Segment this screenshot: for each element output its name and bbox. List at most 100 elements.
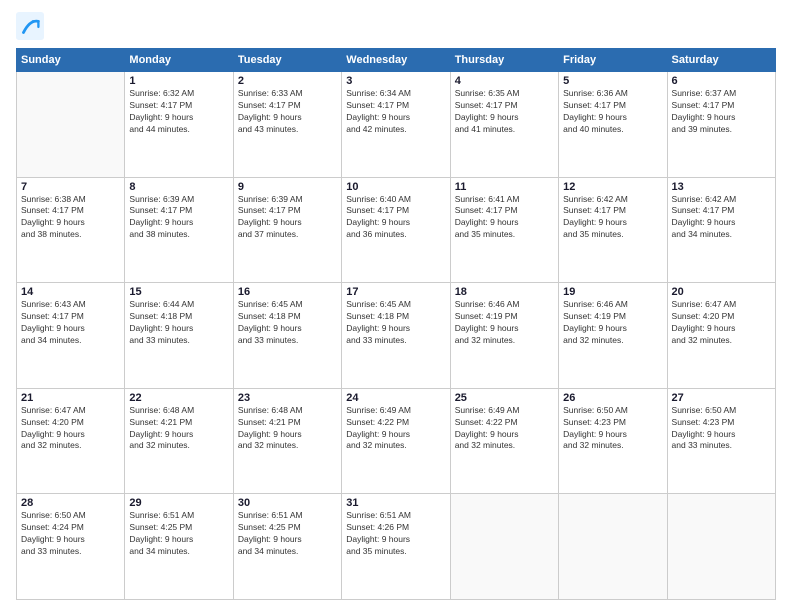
calendar-cell: 16Sunrise: 6:45 AM Sunset: 4:18 PM Dayli… xyxy=(233,283,341,389)
day-info: Sunrise: 6:37 AM Sunset: 4:17 PM Dayligh… xyxy=(672,88,771,136)
day-info: Sunrise: 6:45 AM Sunset: 4:18 PM Dayligh… xyxy=(238,299,337,347)
day-info: Sunrise: 6:51 AM Sunset: 4:25 PM Dayligh… xyxy=(129,510,228,558)
calendar-cell: 11Sunrise: 6:41 AM Sunset: 4:17 PM Dayli… xyxy=(450,177,558,283)
day-info: Sunrise: 6:43 AM Sunset: 4:17 PM Dayligh… xyxy=(21,299,120,347)
day-number: 29 xyxy=(129,497,228,509)
day-info: Sunrise: 6:48 AM Sunset: 4:21 PM Dayligh… xyxy=(238,405,337,453)
day-info: Sunrise: 6:46 AM Sunset: 4:19 PM Dayligh… xyxy=(563,299,662,347)
calendar-cell xyxy=(450,494,558,600)
day-number: 8 xyxy=(129,181,228,193)
calendar-cell: 15Sunrise: 6:44 AM Sunset: 4:18 PM Dayli… xyxy=(125,283,233,389)
logo xyxy=(16,12,48,40)
day-number: 25 xyxy=(455,392,554,404)
day-info: Sunrise: 6:34 AM Sunset: 4:17 PM Dayligh… xyxy=(346,88,445,136)
calendar-week-row: 21Sunrise: 6:47 AM Sunset: 4:20 PM Dayli… xyxy=(17,388,776,494)
day-info: Sunrise: 6:35 AM Sunset: 4:17 PM Dayligh… xyxy=(455,88,554,136)
day-number: 17 xyxy=(346,286,445,298)
logo-icon xyxy=(16,12,44,40)
day-number: 24 xyxy=(346,392,445,404)
calendar-cell: 30Sunrise: 6:51 AM Sunset: 4:25 PM Dayli… xyxy=(233,494,341,600)
header xyxy=(16,12,776,40)
day-number: 19 xyxy=(563,286,662,298)
day-info: Sunrise: 6:50 AM Sunset: 4:23 PM Dayligh… xyxy=(672,405,771,453)
calendar-cell xyxy=(559,494,667,600)
day-number: 14 xyxy=(21,286,120,298)
day-info: Sunrise: 6:49 AM Sunset: 4:22 PM Dayligh… xyxy=(346,405,445,453)
calendar-dow-tuesday: Tuesday xyxy=(233,49,341,72)
calendar-cell: 10Sunrise: 6:40 AM Sunset: 4:17 PM Dayli… xyxy=(342,177,450,283)
calendar-dow-friday: Friday xyxy=(559,49,667,72)
day-number: 4 xyxy=(455,75,554,87)
day-number: 26 xyxy=(563,392,662,404)
day-number: 27 xyxy=(672,392,771,404)
calendar-cell: 8Sunrise: 6:39 AM Sunset: 4:17 PM Daylig… xyxy=(125,177,233,283)
calendar-cell: 14Sunrise: 6:43 AM Sunset: 4:17 PM Dayli… xyxy=(17,283,125,389)
calendar-cell: 17Sunrise: 6:45 AM Sunset: 4:18 PM Dayli… xyxy=(342,283,450,389)
calendar-cell: 26Sunrise: 6:50 AM Sunset: 4:23 PM Dayli… xyxy=(559,388,667,494)
day-info: Sunrise: 6:50 AM Sunset: 4:23 PM Dayligh… xyxy=(563,405,662,453)
calendar-cell: 1Sunrise: 6:32 AM Sunset: 4:17 PM Daylig… xyxy=(125,72,233,178)
calendar-cell: 2Sunrise: 6:33 AM Sunset: 4:17 PM Daylig… xyxy=(233,72,341,178)
day-number: 23 xyxy=(238,392,337,404)
day-number: 13 xyxy=(672,181,771,193)
day-number: 12 xyxy=(563,181,662,193)
day-number: 16 xyxy=(238,286,337,298)
day-number: 11 xyxy=(455,181,554,193)
day-info: Sunrise: 6:42 AM Sunset: 4:17 PM Dayligh… xyxy=(563,194,662,242)
calendar-dow-monday: Monday xyxy=(125,49,233,72)
calendar-week-row: 28Sunrise: 6:50 AM Sunset: 4:24 PM Dayli… xyxy=(17,494,776,600)
calendar-cell: 28Sunrise: 6:50 AM Sunset: 4:24 PM Dayli… xyxy=(17,494,125,600)
day-info: Sunrise: 6:40 AM Sunset: 4:17 PM Dayligh… xyxy=(346,194,445,242)
calendar-cell: 20Sunrise: 6:47 AM Sunset: 4:20 PM Dayli… xyxy=(667,283,775,389)
day-info: Sunrise: 6:51 AM Sunset: 4:25 PM Dayligh… xyxy=(238,510,337,558)
day-info: Sunrise: 6:49 AM Sunset: 4:22 PM Dayligh… xyxy=(455,405,554,453)
day-info: Sunrise: 6:50 AM Sunset: 4:24 PM Dayligh… xyxy=(21,510,120,558)
day-number: 9 xyxy=(238,181,337,193)
day-number: 22 xyxy=(129,392,228,404)
day-number: 20 xyxy=(672,286,771,298)
calendar-cell: 29Sunrise: 6:51 AM Sunset: 4:25 PM Dayli… xyxy=(125,494,233,600)
calendar-dow-saturday: Saturday xyxy=(667,49,775,72)
day-info: Sunrise: 6:45 AM Sunset: 4:18 PM Dayligh… xyxy=(346,299,445,347)
day-number: 28 xyxy=(21,497,120,509)
day-info: Sunrise: 6:44 AM Sunset: 4:18 PM Dayligh… xyxy=(129,299,228,347)
day-info: Sunrise: 6:48 AM Sunset: 4:21 PM Dayligh… xyxy=(129,405,228,453)
calendar-cell: 23Sunrise: 6:48 AM Sunset: 4:21 PM Dayli… xyxy=(233,388,341,494)
calendar-cell: 31Sunrise: 6:51 AM Sunset: 4:26 PM Dayli… xyxy=(342,494,450,600)
calendar-cell: 9Sunrise: 6:39 AM Sunset: 4:17 PM Daylig… xyxy=(233,177,341,283)
calendar-cell: 21Sunrise: 6:47 AM Sunset: 4:20 PM Dayli… xyxy=(17,388,125,494)
day-info: Sunrise: 6:39 AM Sunset: 4:17 PM Dayligh… xyxy=(129,194,228,242)
calendar-cell: 19Sunrise: 6:46 AM Sunset: 4:19 PM Dayli… xyxy=(559,283,667,389)
day-number: 30 xyxy=(238,497,337,509)
calendar-week-row: 7Sunrise: 6:38 AM Sunset: 4:17 PM Daylig… xyxy=(17,177,776,283)
day-number: 15 xyxy=(129,286,228,298)
day-number: 6 xyxy=(672,75,771,87)
calendar-cell: 24Sunrise: 6:49 AM Sunset: 4:22 PM Dayli… xyxy=(342,388,450,494)
calendar-cell xyxy=(17,72,125,178)
calendar-dow-wednesday: Wednesday xyxy=(342,49,450,72)
calendar-cell: 18Sunrise: 6:46 AM Sunset: 4:19 PM Dayli… xyxy=(450,283,558,389)
calendar-cell: 22Sunrise: 6:48 AM Sunset: 4:21 PM Dayli… xyxy=(125,388,233,494)
calendar-cell: 13Sunrise: 6:42 AM Sunset: 4:17 PM Dayli… xyxy=(667,177,775,283)
calendar-cell: 3Sunrise: 6:34 AM Sunset: 4:17 PM Daylig… xyxy=(342,72,450,178)
calendar-table: SundayMondayTuesdayWednesdayThursdayFrid… xyxy=(16,48,776,600)
day-number: 2 xyxy=(238,75,337,87)
calendar-header-row: SundayMondayTuesdayWednesdayThursdayFrid… xyxy=(17,49,776,72)
calendar-cell: 27Sunrise: 6:50 AM Sunset: 4:23 PM Dayli… xyxy=(667,388,775,494)
calendar-cell: 6Sunrise: 6:37 AM Sunset: 4:17 PM Daylig… xyxy=(667,72,775,178)
day-number: 5 xyxy=(563,75,662,87)
day-info: Sunrise: 6:36 AM Sunset: 4:17 PM Dayligh… xyxy=(563,88,662,136)
day-number: 21 xyxy=(21,392,120,404)
calendar-dow-sunday: Sunday xyxy=(17,49,125,72)
day-info: Sunrise: 6:47 AM Sunset: 4:20 PM Dayligh… xyxy=(21,405,120,453)
day-info: Sunrise: 6:46 AM Sunset: 4:19 PM Dayligh… xyxy=(455,299,554,347)
calendar-cell: 4Sunrise: 6:35 AM Sunset: 4:17 PM Daylig… xyxy=(450,72,558,178)
day-number: 18 xyxy=(455,286,554,298)
day-info: Sunrise: 6:42 AM Sunset: 4:17 PM Dayligh… xyxy=(672,194,771,242)
calendar-cell xyxy=(667,494,775,600)
day-number: 31 xyxy=(346,497,445,509)
page: SundayMondayTuesdayWednesdayThursdayFrid… xyxy=(0,0,792,612)
calendar-cell: 12Sunrise: 6:42 AM Sunset: 4:17 PM Dayli… xyxy=(559,177,667,283)
day-number: 10 xyxy=(346,181,445,193)
day-info: Sunrise: 6:47 AM Sunset: 4:20 PM Dayligh… xyxy=(672,299,771,347)
